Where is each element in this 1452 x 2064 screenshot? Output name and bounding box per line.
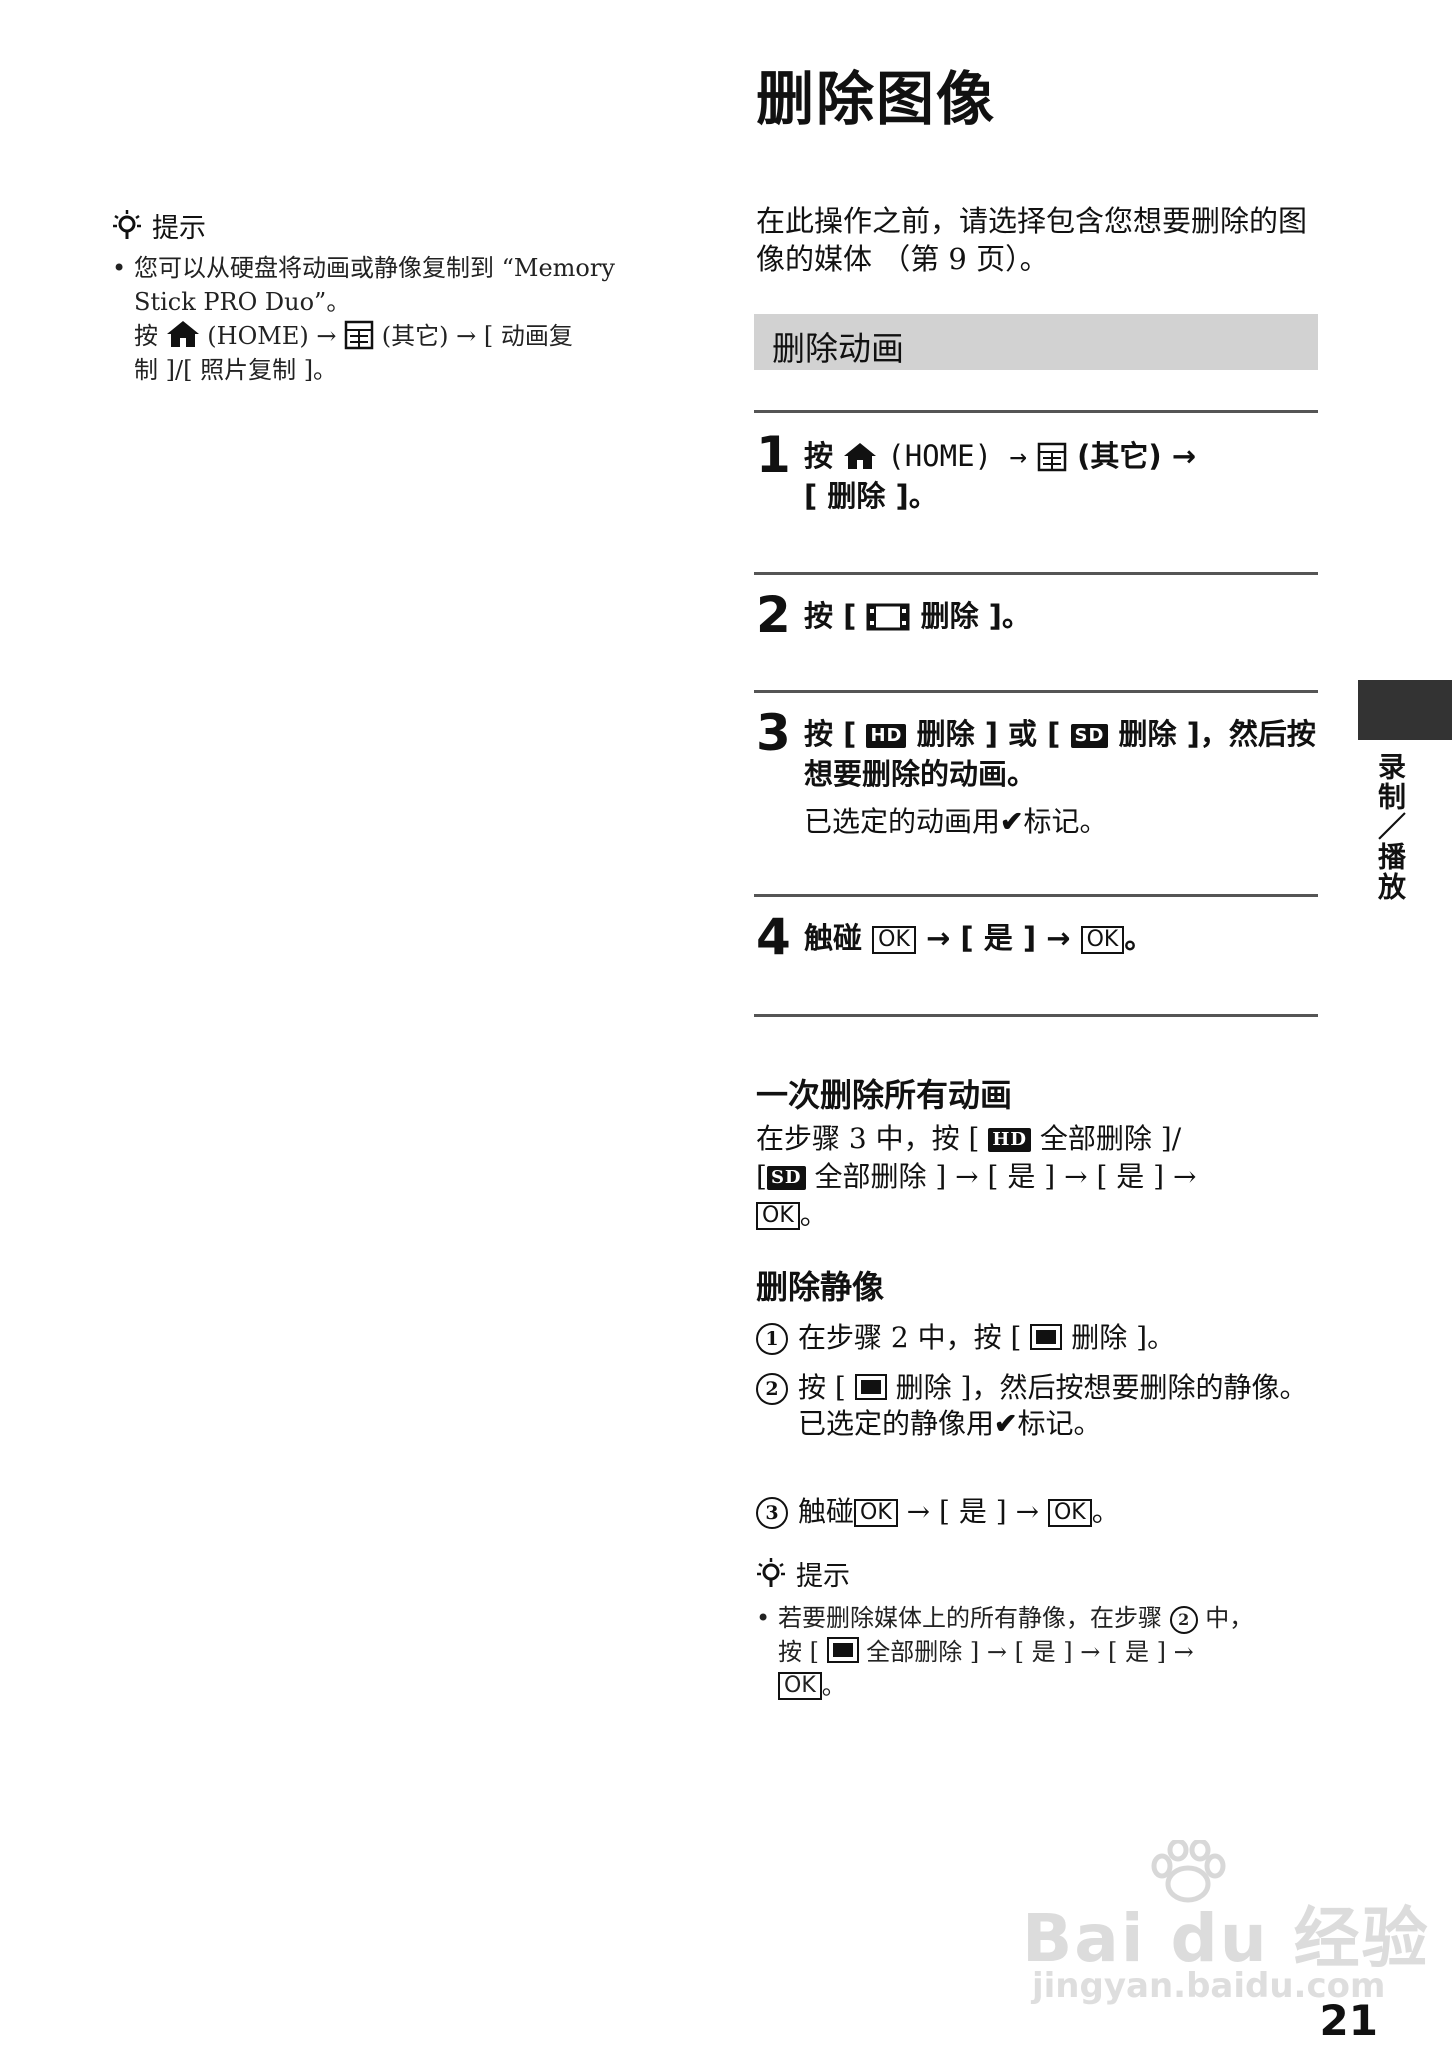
- subheading-delete-all: 一次删除所有动画: [756, 1076, 1013, 1114]
- section-header: 删除动画: [754, 314, 1318, 370]
- sd-movie-icon: SD: [1070, 724, 1109, 748]
- step-text: 按 (HOME) → (其它) → [ 删除 ]。: [804, 439, 1197, 513]
- step-note: 已选定的动画用✔标记。: [804, 805, 1108, 838]
- lightbulb-icon: [757, 1557, 785, 1587]
- home-icon: [844, 443, 877, 469]
- step-number: 3: [756, 704, 791, 762]
- divider: [754, 410, 1318, 413]
- ok-button-icon: OK: [872, 926, 916, 954]
- bottom-tip: 提示 • 若要删除媒体上的所有静像，在步骤 2 中， 按 [ 全部删除 ] → …: [756, 1554, 1320, 1703]
- stills-item-3: 3 触碰 OK → [ 是 ] → OK。: [756, 1494, 1320, 1530]
- subheading-delete-stills: 删除静像: [756, 1268, 885, 1306]
- photo-icon: [826, 1637, 859, 1663]
- chapter-label: 录制／播放: [1374, 752, 1407, 902]
- tip-body: • 您可以从硬盘将动画或静像复制到 “Memory Stick PRO Duo”…: [112, 251, 682, 387]
- step-number: 4: [756, 908, 791, 966]
- step-number: 1: [756, 426, 791, 484]
- tip-line: Stick PRO Duo”。: [134, 288, 351, 316]
- chapter-tab: [1358, 680, 1452, 740]
- step-text: 触碰 OK → [ 是 ] → OK。: [804, 921, 1154, 955]
- tip-body: • 若要删除媒体上的所有静像，在步骤 2 中， 按 [ 全部删除 ] → [ 是…: [756, 1601, 1320, 1703]
- photo-icon: [854, 1374, 887, 1400]
- photo-icon: [1030, 1324, 1063, 1350]
- divider: [754, 894, 1318, 897]
- left-tip: 提示 • 您可以从硬盘将动画或静像复制到 “Memory Stick PRO D…: [112, 206, 682, 387]
- sd-movie-icon: SD: [766, 1166, 806, 1190]
- tip-line: 您可以从硬盘将动画或静像复制到 “Memory: [134, 254, 615, 282]
- stills-item-1: 1 在步骤 2 中，按 [ 删除 ]。: [756, 1320, 1320, 1356]
- circled-number: 2: [756, 1373, 788, 1405]
- step-text: 按 [ 删除 ]。: [804, 599, 1031, 633]
- movie-icon: [866, 603, 910, 631]
- divider: [754, 1014, 1318, 1017]
- ok-button-icon: OK: [854, 1499, 898, 1527]
- ok-button-icon: OK: [778, 1672, 822, 1700]
- ok-button-icon: OK: [756, 1202, 800, 1230]
- section-title: 删除动画: [772, 329, 904, 368]
- lightbulb-icon: [113, 209, 141, 239]
- tip-heading: 提示: [756, 1554, 1320, 1593]
- delete-all-paragraph: 在步骤 3 中，按 [ HD 全部删除 ]/ [SD 全部删除 ] → [ 是 …: [756, 1122, 1197, 1231]
- tip-heading: 提示: [112, 206, 682, 245]
- intro-paragraph: 在此操作之前，请选择包含您想要删除的图像的媒体 （第 9 页）。: [756, 204, 1308, 276]
- circled-number: 1: [756, 1323, 788, 1355]
- other-menu-icon: [344, 320, 374, 350]
- checkmark-icon: ✔: [1000, 805, 1024, 838]
- tip-heading-text: 提示: [796, 1561, 850, 1592]
- hd-movie-icon: HD: [988, 1128, 1031, 1152]
- hd-movie-icon: HD: [866, 724, 907, 748]
- bullet-icon: •: [112, 254, 127, 282]
- bullet-icon: •: [756, 1604, 771, 1632]
- tip-line: 制 ]/[ 照片复制 ]。: [134, 356, 338, 384]
- tip-heading-text: 提示: [152, 213, 206, 244]
- ok-button-icon: OK: [1080, 926, 1125, 954]
- divider: [754, 690, 1318, 693]
- other-menu-icon: [1037, 442, 1067, 472]
- tip-line: 按 (HOME) → (其它) → [ 动画复: [134, 320, 573, 350]
- circled-number: 3: [756, 1497, 788, 1529]
- divider: [754, 572, 1318, 575]
- step-number: 2: [756, 586, 791, 644]
- step-text: 按 [ HD 删除 ] 或 [ SD 删除 ]，然后按想要删除的动画。 已选定的…: [804, 714, 1320, 842]
- home-icon: [166, 321, 199, 347]
- circled-number: 2: [1169, 1606, 1198, 1634]
- checkmark-icon: ✔: [994, 1407, 1018, 1440]
- page-number: 21: [1319, 1996, 1378, 2045]
- ok-button-icon: OK: [1047, 1499, 1092, 1527]
- page-title: 删除图像: [756, 65, 997, 133]
- stills-item-2: 2 按 [ 删除 ]，然后按想要删除的静像。 已选定的静像用✔标记。: [756, 1370, 1320, 1442]
